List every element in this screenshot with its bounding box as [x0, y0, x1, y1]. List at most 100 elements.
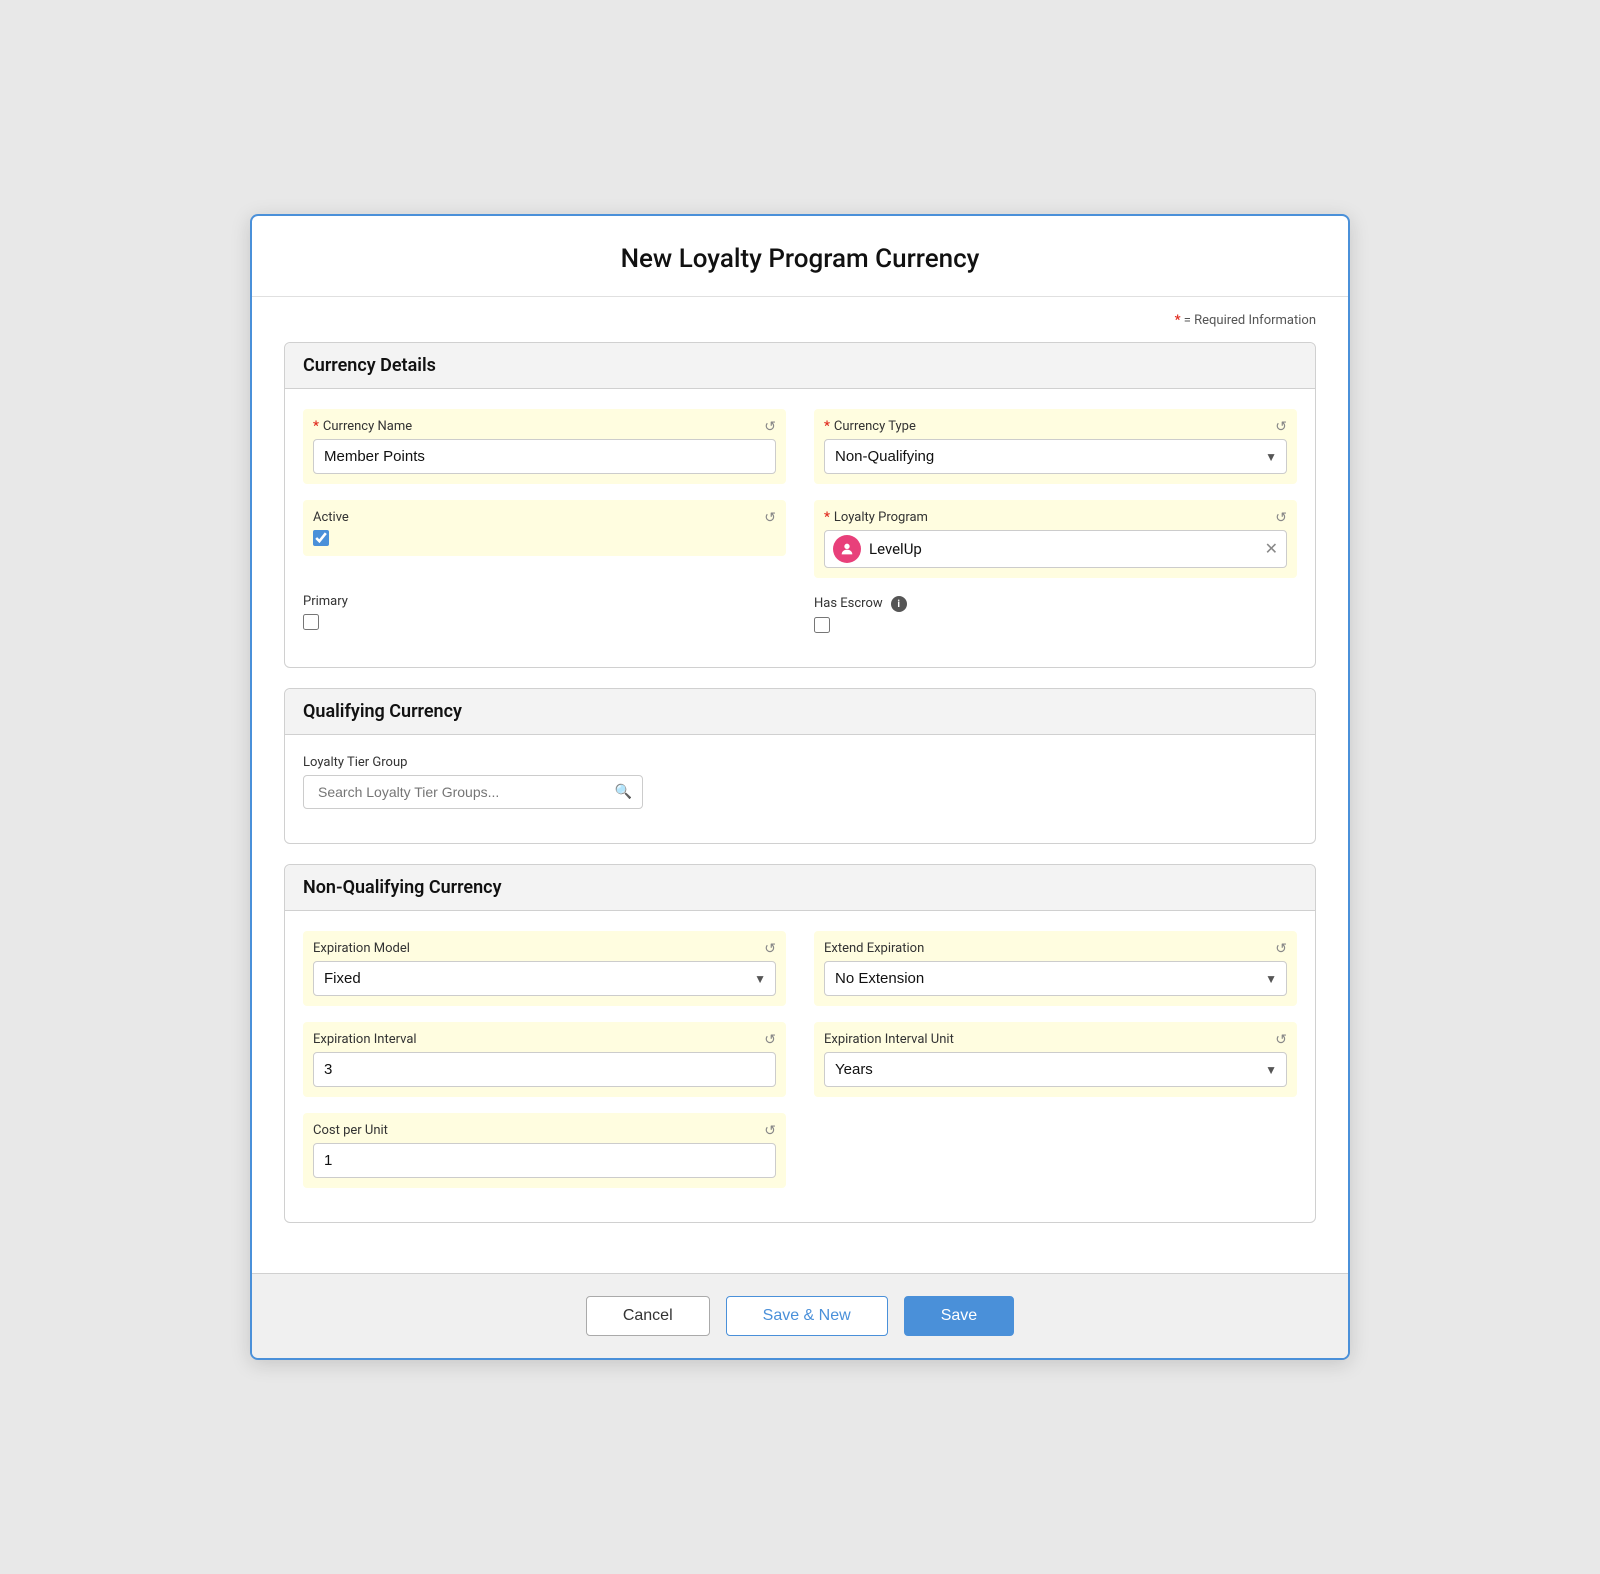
extend-expiration-wrapper: Extend Expiration ↺ No Extension Yes ▼: [814, 931, 1297, 1006]
expiration-model-label: Expiration Model: [313, 941, 776, 956]
currency-type-req: *: [824, 419, 830, 434]
has-escrow-checkbox-field: [814, 617, 1297, 633]
expiration-interval-reset-icon[interactable]: ↺: [764, 1032, 776, 1048]
extend-expiration-reset-icon[interactable]: ↺: [1275, 941, 1287, 957]
has-escrow-label: Has Escrow i: [814, 594, 1297, 612]
expiration-interval-unit-col: Expiration Interval Unit ↺ Years Months …: [814, 1022, 1297, 1097]
has-escrow-col: Has Escrow i: [814, 594, 1297, 633]
extend-expiration-select-wrapper: No Extension Yes ▼: [824, 961, 1287, 996]
modal-footer: Cancel Save & New Save: [252, 1273, 1348, 1358]
cost-per-unit-col: Cost per Unit ↺: [303, 1113, 786, 1188]
active-loyalty-row: Active ↺ * Loyalty Program: [303, 500, 1297, 578]
expiration-interval-row: Expiration Interval ↺ Expiration Interva…: [303, 1022, 1297, 1097]
save-button[interactable]: Save: [904, 1296, 1014, 1336]
loyalty-program-reset-icon[interactable]: ↺: [1275, 510, 1287, 526]
active-wrapper: Active ↺: [303, 500, 786, 556]
expiration-interval-col: Expiration Interval ↺: [303, 1022, 786, 1097]
currency-name-label: * Currency Name: [313, 419, 776, 434]
person-icon: [839, 541, 855, 557]
loyalty-program-wrapper: * Loyalty Program ↺: [814, 500, 1297, 578]
qualifying-currency-header: Qualifying Currency: [285, 689, 1315, 735]
loyalty-program-clear-icon[interactable]: ✕: [1265, 541, 1278, 557]
loyalty-program-req: *: [824, 510, 830, 525]
extend-expiration-col: Extend Expiration ↺ No Extension Yes ▼: [814, 931, 1297, 1006]
currency-details-section: Currency Details * Currency Name ↺: [284, 342, 1316, 668]
expiration-interval-unit-select-wrapper: Years Months Days ▼: [824, 1052, 1287, 1087]
expiration-interval-input[interactable]: [313, 1052, 776, 1087]
cost-per-unit-wrapper: Cost per Unit ↺: [303, 1113, 786, 1188]
currency-details-body: * Currency Name ↺ * Currency Type: [285, 389, 1315, 667]
modal-container: New Loyalty Program Currency * = Require…: [250, 214, 1350, 1360]
currency-name-reset-icon[interactable]: ↺: [764, 419, 776, 435]
active-checkbox-field: [313, 530, 776, 546]
non-qualifying-currency-body: Expiration Model ↺ Fixed Rolling Never ▼: [285, 911, 1315, 1222]
currency-type-col: * Currency Type ↺ Non-Qualifying Qualify…: [814, 409, 1297, 484]
currency-type-select-wrapper: Non-Qualifying Qualifying ▼: [824, 439, 1287, 474]
expiration-interval-wrapper: Expiration Interval ↺: [303, 1022, 786, 1097]
active-checkbox[interactable]: [313, 530, 329, 546]
currency-type-label: * Currency Type: [824, 419, 1287, 434]
search-icon: 🔍: [615, 784, 632, 800]
loyalty-program-icon: [833, 535, 861, 563]
required-info-text: = Required Information: [1184, 313, 1316, 328]
primary-label: Primary: [303, 594, 786, 609]
currency-type-select[interactable]: Non-Qualifying Qualifying: [824, 439, 1287, 474]
cancel-button[interactable]: Cancel: [586, 1296, 710, 1336]
expiration-interval-unit-label: Expiration Interval Unit: [824, 1032, 1287, 1047]
currency-name-input[interactable]: [313, 439, 776, 474]
expiration-model-select[interactable]: Fixed Rolling Never: [313, 961, 776, 996]
primary-col: Primary: [303, 594, 786, 633]
has-escrow-wrapper: Has Escrow i: [814, 594, 1297, 633]
qualifying-currency-body: Loyalty Tier Group 🔍: [285, 735, 1315, 843]
cost-per-unit-label: Cost per Unit: [313, 1123, 776, 1138]
cost-per-unit-reset-icon[interactable]: ↺: [764, 1123, 776, 1139]
currency-name-type-row: * Currency Name ↺ * Currency Type: [303, 409, 1297, 484]
required-info-note: * = Required Information: [284, 313, 1316, 328]
loyalty-tier-group-field: Loyalty Tier Group 🔍: [303, 755, 1297, 809]
expiration-model-col: Expiration Model ↺ Fixed Rolling Never ▼: [303, 931, 786, 1006]
expiration-model-select-wrapper: Fixed Rolling Never ▼: [313, 961, 776, 996]
primary-wrapper: Primary: [303, 594, 786, 630]
modal-title: New Loyalty Program Currency: [252, 216, 1348, 297]
modal-body: * = Required Information Currency Detail…: [252, 297, 1348, 1273]
loyalty-tier-group-input[interactable]: [314, 776, 615, 808]
currency-name-req: *: [313, 419, 319, 434]
extend-expiration-select[interactable]: No Extension Yes: [824, 961, 1287, 996]
currency-name-col: * Currency Name ↺: [303, 409, 786, 484]
primary-checkbox[interactable]: [303, 614, 319, 630]
save-new-button[interactable]: Save & New: [726, 1296, 888, 1336]
expiration-interval-unit-select[interactable]: Years Months Days: [824, 1052, 1287, 1087]
cost-per-unit-spacer: [814, 1113, 1297, 1188]
loyalty-program-input-wrap: LevelUp ✕: [824, 530, 1287, 568]
non-qualifying-currency-header: Non-Qualifying Currency: [285, 865, 1315, 911]
primary-escrow-row: Primary Has Escrow i: [303, 594, 1297, 633]
extend-expiration-label: Extend Expiration: [824, 941, 1287, 956]
loyalty-tier-group-label: Loyalty Tier Group: [303, 755, 1297, 770]
currency-details-header: Currency Details: [285, 343, 1315, 389]
has-escrow-checkbox[interactable]: [814, 617, 830, 633]
loyalty-tier-group-search-wrap: 🔍: [303, 775, 643, 809]
non-qualifying-currency-section: Non-Qualifying Currency Expiration Model…: [284, 864, 1316, 1223]
expiration-model-wrapper: Expiration Model ↺ Fixed Rolling Never ▼: [303, 931, 786, 1006]
loyalty-program-label: * Loyalty Program: [824, 510, 1287, 525]
currency-name-wrapper: * Currency Name ↺: [303, 409, 786, 484]
qualifying-currency-section: Qualifying Currency Loyalty Tier Group 🔍: [284, 688, 1316, 844]
expiration-interval-label: Expiration Interval: [313, 1032, 776, 1047]
currency-type-wrapper: * Currency Type ↺ Non-Qualifying Qualify…: [814, 409, 1297, 484]
cost-per-unit-row: Cost per Unit ↺: [303, 1113, 1297, 1188]
has-escrow-info-icon[interactable]: i: [891, 596, 907, 612]
loyalty-program-value: LevelUp: [869, 540, 1257, 558]
expiration-interval-unit-reset-icon[interactable]: ↺: [1275, 1032, 1287, 1048]
expiration-model-reset-icon[interactable]: ↺: [764, 941, 776, 957]
bottom-spacer: [284, 1243, 1316, 1273]
loyalty-program-col: * Loyalty Program ↺: [814, 500, 1297, 578]
active-col: Active ↺: [303, 500, 786, 578]
cost-per-unit-input[interactable]: [313, 1143, 776, 1178]
expiration-interval-unit-wrapper: Expiration Interval Unit ↺ Years Months …: [814, 1022, 1297, 1097]
required-asterisk: *: [1175, 313, 1181, 328]
active-reset-icon[interactable]: ↺: [764, 510, 776, 526]
primary-checkbox-field: [303, 614, 786, 630]
expiration-model-extend-row: Expiration Model ↺ Fixed Rolling Never ▼: [303, 931, 1297, 1006]
currency-type-reset-icon[interactable]: ↺: [1275, 419, 1287, 435]
active-label: Active: [313, 510, 776, 525]
